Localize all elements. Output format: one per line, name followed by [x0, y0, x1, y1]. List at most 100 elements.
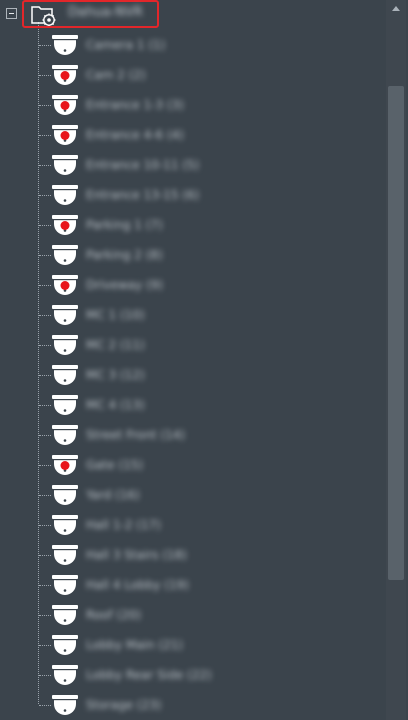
tree-connector-branch	[39, 225, 51, 226]
camera-node-label: Entrance 13-15 (6)	[86, 188, 200, 202]
tree-connector-branch	[39, 585, 51, 586]
dome-camera-recording-icon	[52, 455, 78, 475]
tree-connector	[38, 22, 39, 704]
tree-node-camera[interactable]: Parking 1 (7)	[51, 214, 371, 240]
dome-camera-icon	[52, 575, 78, 595]
tree-connector-branch	[39, 495, 51, 496]
tree-connector-branch	[39, 135, 51, 136]
dome-camera-icon	[52, 395, 78, 415]
tree-node-camera[interactable]: Entrance 4-6 (4)	[51, 124, 371, 150]
camera-node-label: Cam 2 (2)	[86, 68, 146, 82]
tree-connector-branch	[39, 645, 51, 646]
camera-node-label: Camera 1 (1)	[86, 38, 166, 52]
tree-connector-branch	[39, 195, 51, 196]
tree-node-camera[interactable]: MC 2 (11)	[51, 334, 371, 360]
dome-camera-icon	[52, 155, 78, 175]
tree-connector-branch	[39, 75, 51, 76]
tree-connector-branch	[39, 165, 51, 166]
camera-node-label: Street Front (14)	[86, 428, 186, 442]
camera-node-label: Entrance 4-6 (4)	[86, 128, 184, 142]
camera-node-label: MC 2 (11)	[86, 338, 145, 352]
dome-camera-recording-icon	[52, 65, 78, 85]
dome-camera-icon	[52, 35, 78, 55]
tree-node-camera[interactable]: Lobby Rear Side (22)	[51, 664, 371, 690]
dome-camera-icon	[52, 365, 78, 385]
tree-node-camera[interactable]: Gate (15)	[51, 454, 371, 480]
tree-connector-branch	[39, 555, 51, 556]
dome-camera-icon	[52, 635, 78, 655]
dome-camera-icon	[52, 665, 78, 685]
camera-node-label: Hall 1-2 (17)	[86, 518, 161, 532]
tree-node-camera[interactable]: Yard (16)	[51, 484, 371, 510]
camera-node-label: Hall 3 Stairs (18)	[86, 548, 187, 562]
tree-node-camera[interactable]: Driveway (9)	[51, 274, 371, 300]
scroll-thumb[interactable]	[388, 86, 404, 580]
tree-connector-branch	[39, 45, 51, 46]
dome-camera-icon	[52, 545, 78, 565]
tree-connector-branch	[39, 105, 51, 106]
camera-node-label: Gate (15)	[86, 458, 144, 472]
vertical-scrollbar[interactable]	[386, 0, 406, 720]
tree-node-camera[interactable]: Cam 2 (2)	[51, 64, 371, 90]
tree-node-camera[interactable]: Hall 3 Stairs (18)	[51, 544, 371, 570]
tree-node-camera[interactable]: Entrance 1-3 (3)	[51, 94, 371, 120]
tree-node-camera[interactable]: Camera 1 (1)	[51, 34, 371, 60]
dome-camera-recording-icon	[52, 215, 78, 235]
tree-connector-branch	[39, 465, 51, 466]
camera-node-label: Driveway (9)	[86, 278, 164, 292]
scroll-up-arrow-icon[interactable]	[386, 0, 406, 18]
tree-node-camera[interactable]: Entrance 10-11 (5)	[51, 154, 371, 180]
tree-connector-branch	[39, 315, 51, 316]
camera-node-label: Parking 2 (8)	[86, 248, 163, 262]
tree-node-camera[interactable]: Parking 2 (8)	[51, 244, 371, 270]
tree-connector-branch	[39, 525, 51, 526]
dome-camera-icon	[52, 515, 78, 535]
dome-camera-icon	[52, 425, 78, 445]
camera-node-label: MC 4 (13)	[86, 398, 145, 412]
tree-node-camera[interactable]: Roof (20)	[51, 604, 371, 630]
camera-node-label: Yard (16)	[86, 488, 140, 502]
root-node-label: Dahua-NVR	[68, 5, 143, 20]
folder-gear-icon	[31, 6, 56, 26]
tree-node-camera[interactable]: MC 1 (10)	[51, 304, 371, 330]
tree-connector-branch	[39, 615, 51, 616]
tree-node-camera[interactable]: Street Front (14)	[51, 424, 371, 450]
camera-node-label: Entrance 1-3 (3)	[86, 98, 184, 112]
tree-node-camera[interactable]: Hall 1-2 (17)	[51, 514, 371, 540]
tree-root-node[interactable]: Dahua-NVR	[22, 0, 159, 28]
camera-node-label: MC 1 (10)	[86, 308, 145, 322]
dome-camera-icon	[52, 245, 78, 265]
dome-camera-icon	[52, 185, 78, 205]
camera-node-label: Parking 1 (7)	[86, 218, 163, 232]
tree-node-camera[interactable]: Lobby Main (21)	[51, 634, 371, 660]
camera-node-label: MC 3 (12)	[86, 368, 145, 382]
dome-camera-icon	[52, 695, 78, 715]
tree-connector-branch	[39, 705, 51, 706]
dome-camera-recording-icon	[52, 275, 78, 295]
dome-camera-icon	[52, 485, 78, 505]
tree-node-camera[interactable]: MC 3 (12)	[51, 364, 371, 390]
camera-node-label: Lobby Main (21)	[86, 638, 184, 652]
tree-node-camera[interactable]: Hall 4 Lobby (19)	[51, 574, 371, 600]
dome-camera-recording-icon	[52, 125, 78, 145]
collapse-toggle-root[interactable]	[6, 8, 17, 19]
camera-node-label: Storage (23)	[86, 698, 162, 712]
dome-camera-icon	[52, 605, 78, 625]
device-tree-panel: Dahua-NVR Camera 1 (1) Cam 2 (2) Entrance …	[0, 0, 408, 720]
tree-connector-branch	[39, 405, 51, 406]
tree-node-camera[interactable]: Storage (23)	[51, 694, 371, 720]
tree-node-camera[interactable]: Entrance 13-15 (6)	[51, 184, 371, 210]
tree-connector-branch	[39, 675, 51, 676]
tree-connector-branch	[39, 435, 51, 436]
tree-connector-branch	[39, 345, 51, 346]
camera-node-label: Roof (20)	[86, 608, 142, 622]
camera-node-label: Lobby Rear Side (22)	[86, 668, 212, 682]
camera-node-label: Entrance 10-11 (5)	[86, 158, 200, 172]
camera-node-label: Hall 4 Lobby (19)	[86, 578, 189, 592]
tree-connector-branch	[39, 255, 51, 256]
dome-camera-recording-icon	[52, 95, 78, 115]
dome-camera-icon	[52, 305, 78, 325]
dome-camera-icon	[52, 335, 78, 355]
tree-node-camera[interactable]: MC 4 (13)	[51, 394, 371, 420]
tree-connector-branch	[39, 375, 51, 376]
